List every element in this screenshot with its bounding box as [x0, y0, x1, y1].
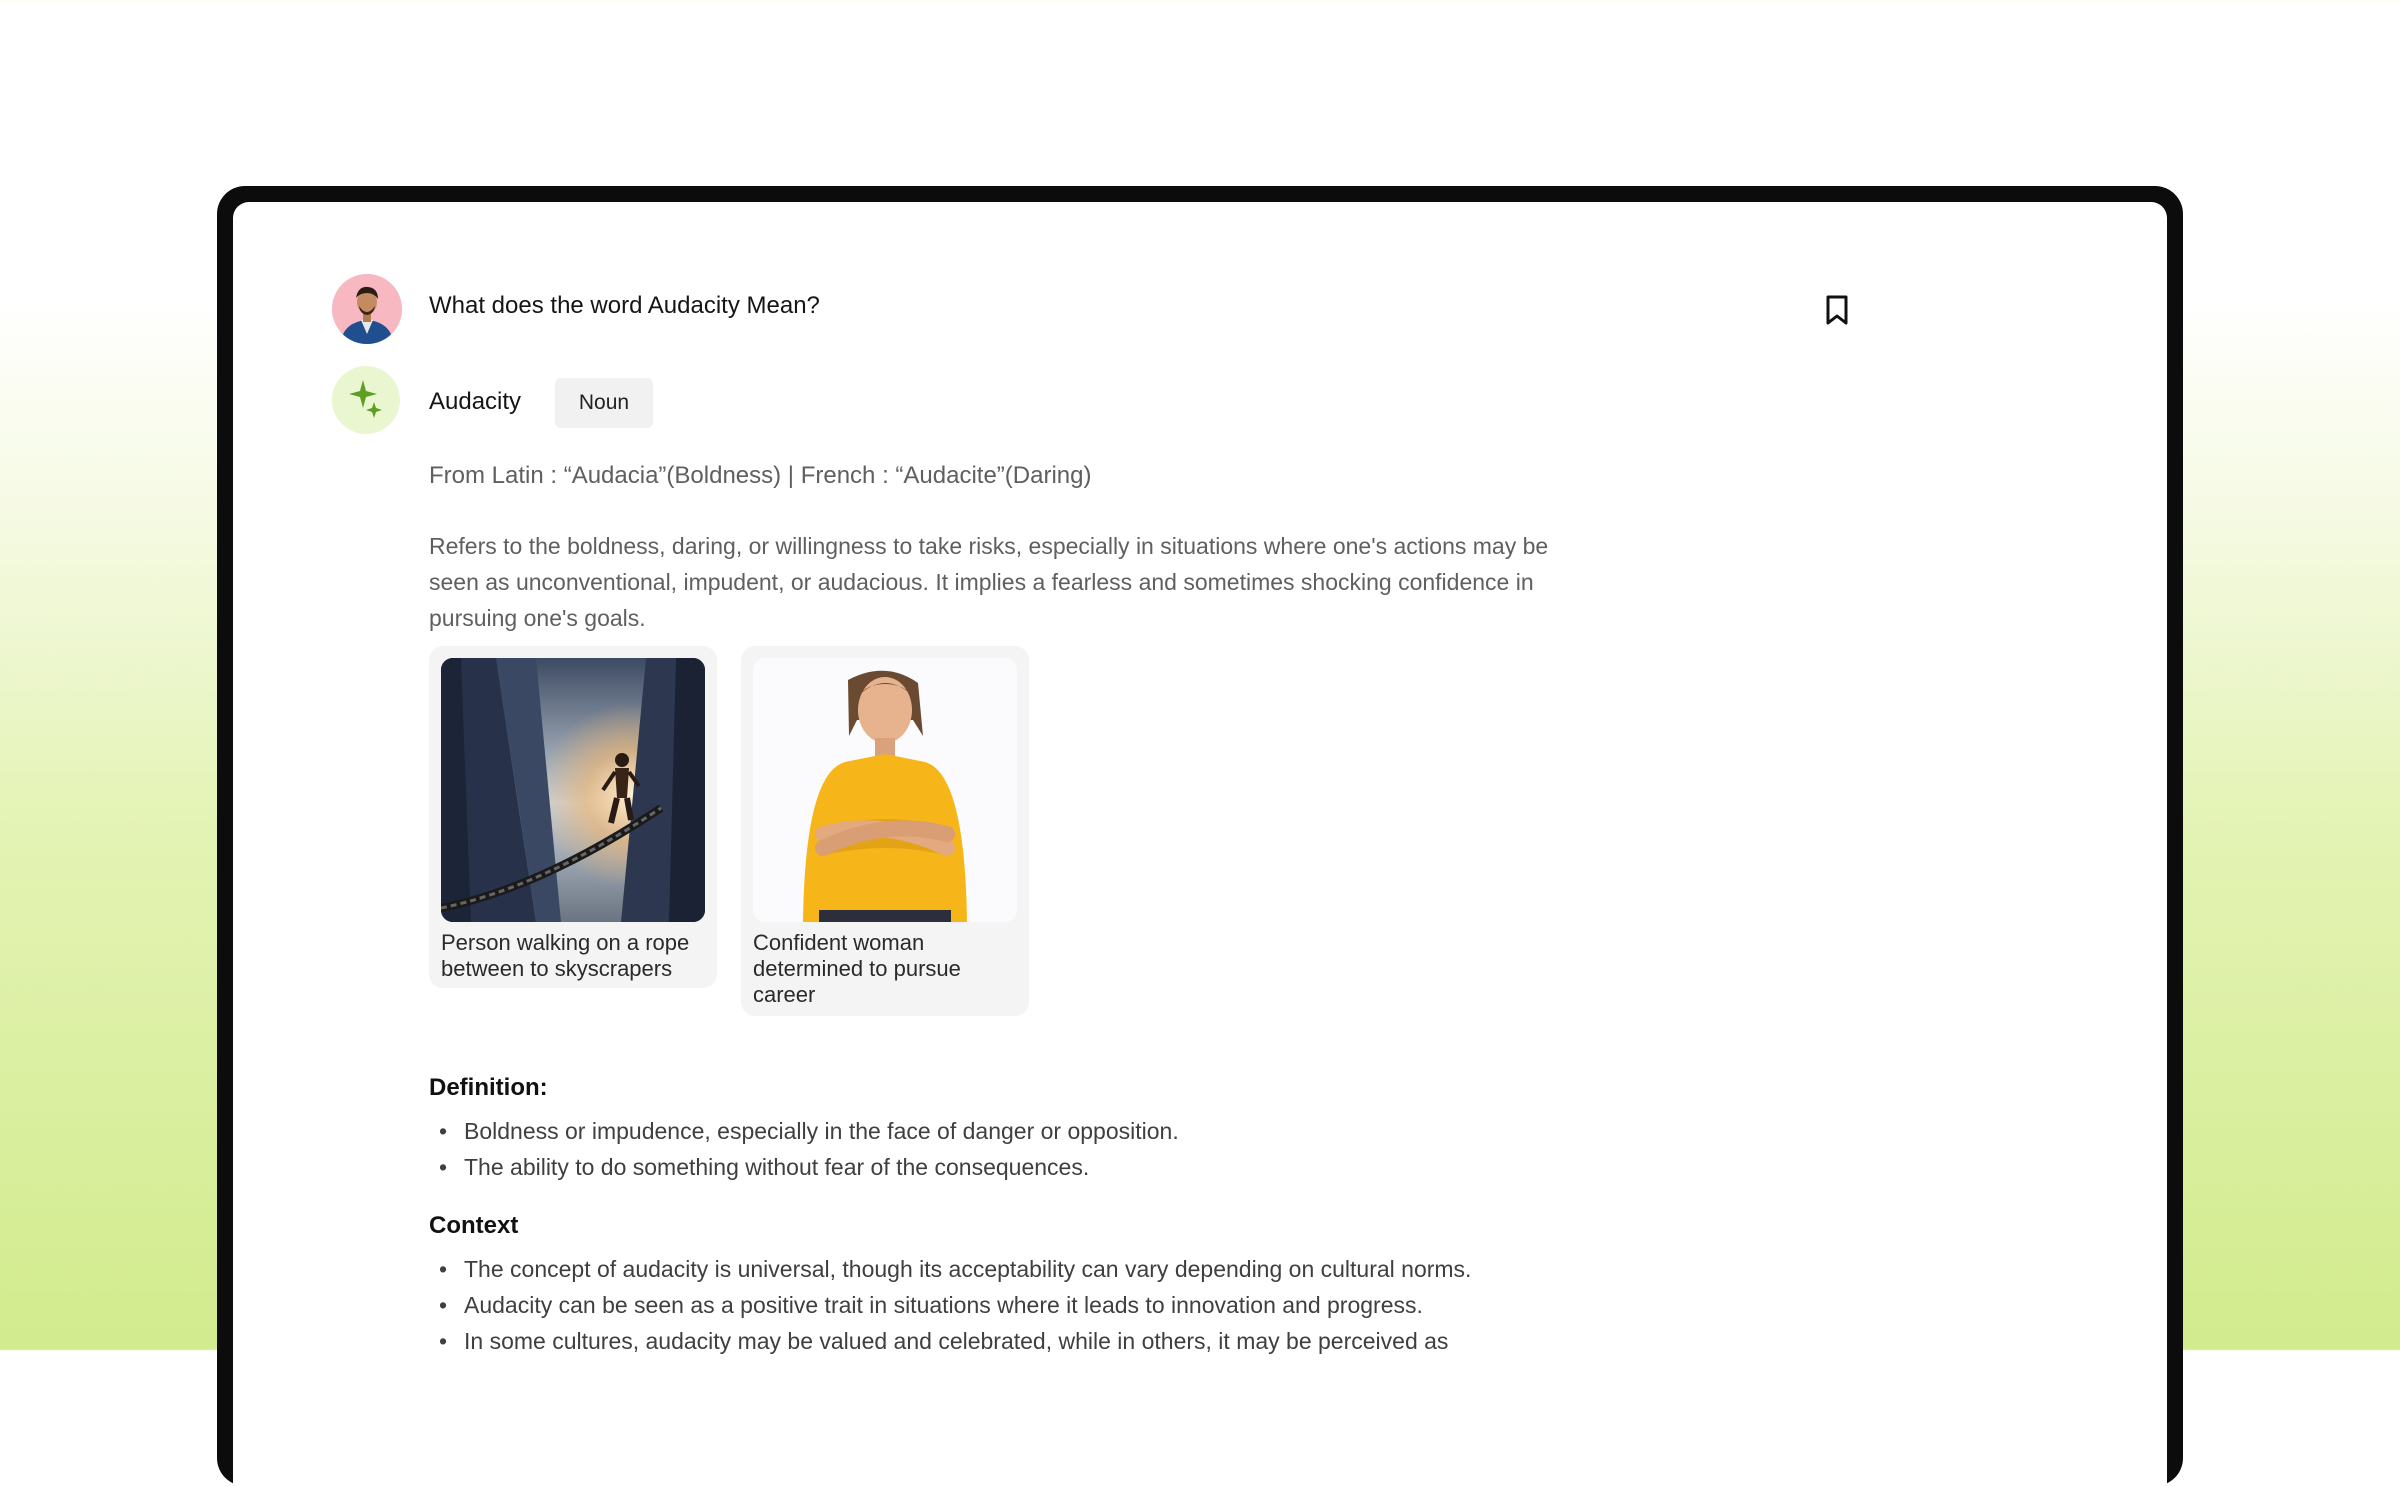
word-title: Audacity: [429, 388, 522, 415]
part-of-speech-badge: Noun: [555, 378, 653, 428]
image-caption: Person walking on a rope between to skys…: [441, 930, 690, 981]
bookmark-icon[interactable]: [1822, 294, 1852, 326]
chat-screen: What does the word Audacity Mean? Audaci…: [233, 202, 2167, 1486]
etymology-text: From Latin : “Audacia”(Boldness) | Frenc…: [429, 462, 1092, 489]
rope-walker-photo[interactable]: [441, 658, 705, 922]
description-text: Refers to the boldness, daring, or willi…: [429, 533, 1549, 631]
definition-list: Boldness or impudence, especially in the…: [429, 1113, 1179, 1185]
list-item: Boldness or impudence, especially in the…: [429, 1113, 1179, 1149]
context-list: The concept of audacity is universal, th…: [429, 1251, 1471, 1359]
user-portrait-icon: [332, 274, 402, 344]
user-avatar: [332, 274, 402, 344]
confident-woman-photo[interactable]: [753, 658, 1017, 922]
ai-avatar: [332, 366, 400, 434]
device-frame: What does the word Audacity Mean? Audaci…: [217, 186, 2183, 1486]
list-item: The ability to do something without fear…: [429, 1149, 1179, 1185]
user-question: What does the word Audacity Mean?: [429, 292, 820, 319]
definition-heading: Definition:: [429, 1074, 548, 1101]
sparkle-icon: [349, 380, 382, 418]
image-card-confident-woman[interactable]: Confident woman determined to pursue car…: [741, 646, 1029, 1016]
image-caption: Confident woman determined to pursue car…: [753, 930, 961, 1007]
list-item: Audacity can be seen as a positive trait…: [429, 1287, 1471, 1323]
image-card-rope-walker[interactable]: Person walking on a rope between to skys…: [429, 646, 717, 988]
list-item: The concept of audacity is universal, th…: [429, 1251, 1471, 1287]
list-item: In some cultures, audacity may be valued…: [429, 1323, 1471, 1359]
context-heading: Context: [429, 1212, 519, 1239]
